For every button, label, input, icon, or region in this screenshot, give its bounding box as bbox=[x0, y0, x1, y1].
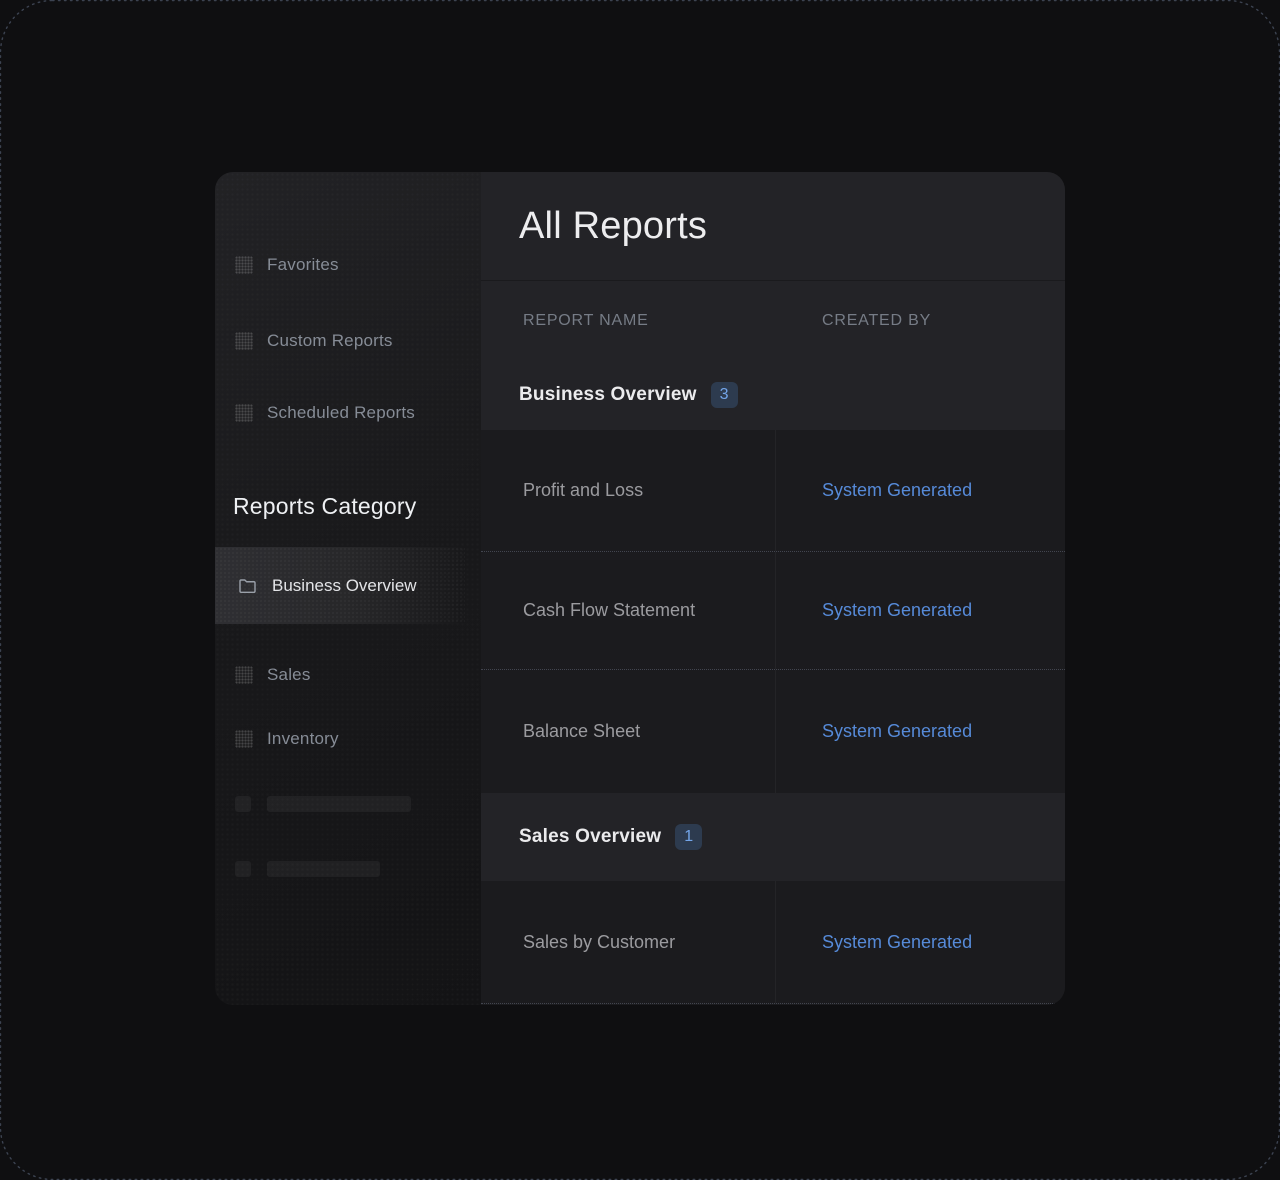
sidebar-selected-label: Business Overview bbox=[272, 576, 417, 596]
skeleton-icon bbox=[235, 796, 251, 812]
group-count-badge: 1 bbox=[675, 824, 702, 850]
sidebar-item-label: Scheduled Reports bbox=[267, 403, 415, 423]
created-by-link[interactable]: System Generated bbox=[775, 670, 1065, 793]
all-reports-panel: All Reports REPORT NAME CREATED BY Busin… bbox=[481, 172, 1065, 1005]
column-header-created-by: CREATED BY bbox=[775, 312, 931, 330]
skeleton-list-item bbox=[235, 795, 411, 812]
created-by-link[interactable]: System Generated bbox=[775, 552, 1065, 669]
sidebar-item-label: Favorites bbox=[267, 255, 339, 275]
skeleton-list-item bbox=[235, 860, 380, 877]
reports-card: Favorites Custom Reports Scheduled Repor… bbox=[215, 172, 1065, 1005]
skeleton-bar bbox=[267, 861, 380, 877]
sidebar-item-custom-reports[interactable]: Custom Reports bbox=[215, 323, 481, 359]
table-row-balance-sheet[interactable]: Balance Sheet System Generated bbox=[481, 669, 1065, 793]
sidebar-item-favorites[interactable]: Favorites bbox=[215, 247, 481, 283]
skeleton-icon bbox=[235, 861, 251, 877]
report-name-cell: Sales by Customer bbox=[481, 881, 775, 1003]
scheduled-reports-icon bbox=[235, 404, 253, 422]
report-name-cell: Profit and Loss bbox=[481, 430, 775, 551]
page: Favorites Custom Reports Scheduled Repor… bbox=[0, 0, 1280, 1180]
page-title: All Reports bbox=[519, 205, 707, 248]
folder-icon bbox=[237, 576, 258, 596]
sidebar-item-inventory[interactable]: Inventory bbox=[215, 721, 481, 757]
sidebar-item-label: Custom Reports bbox=[267, 331, 393, 351]
sidebar-item-label: Sales bbox=[267, 665, 311, 685]
sidebar-item-scheduled-reports[interactable]: Scheduled Reports bbox=[215, 395, 481, 431]
created-by-link[interactable]: System Generated bbox=[775, 430, 1065, 551]
reports-category-heading: Reports Category bbox=[233, 488, 416, 524]
group-header-sales-overview[interactable]: Sales Overview 1 bbox=[481, 793, 1065, 881]
title-band: All Reports bbox=[481, 172, 1065, 281]
group-name: Business Overview bbox=[519, 384, 697, 406]
table-row-cash-flow-statement[interactable]: Cash Flow Statement System Generated bbox=[481, 551, 1065, 669]
column-header-report-name: REPORT NAME bbox=[481, 312, 775, 330]
table-row-sales-by-customer[interactable]: Sales by Customer System Generated bbox=[481, 881, 1065, 1004]
skeleton-bar bbox=[267, 796, 411, 812]
sales-icon bbox=[235, 666, 253, 684]
group-count-badge: 3 bbox=[711, 382, 738, 408]
custom-reports-icon bbox=[235, 332, 253, 350]
sidebar-item-business-overview-selected[interactable]: Business Overview bbox=[215, 547, 465, 624]
sidebar-item-sales[interactable]: Sales bbox=[215, 657, 481, 693]
favorites-icon bbox=[235, 256, 253, 274]
report-name-cell: Cash Flow Statement bbox=[481, 552, 775, 669]
created-by-link[interactable]: System Generated bbox=[775, 881, 1065, 1003]
table-header-row: REPORT NAME CREATED BY bbox=[481, 281, 1065, 360]
inventory-icon bbox=[235, 730, 253, 748]
table-row-profit-and-loss[interactable]: Profit and Loss System Generated bbox=[481, 430, 1065, 551]
group-header-business-overview[interactable]: Business Overview 3 bbox=[481, 360, 1065, 430]
sidebar-item-label: Inventory bbox=[267, 729, 339, 749]
group-name: Sales Overview bbox=[519, 826, 661, 848]
sidebar: Favorites Custom Reports Scheduled Repor… bbox=[215, 172, 481, 1005]
report-name-cell: Balance Sheet bbox=[481, 670, 775, 793]
